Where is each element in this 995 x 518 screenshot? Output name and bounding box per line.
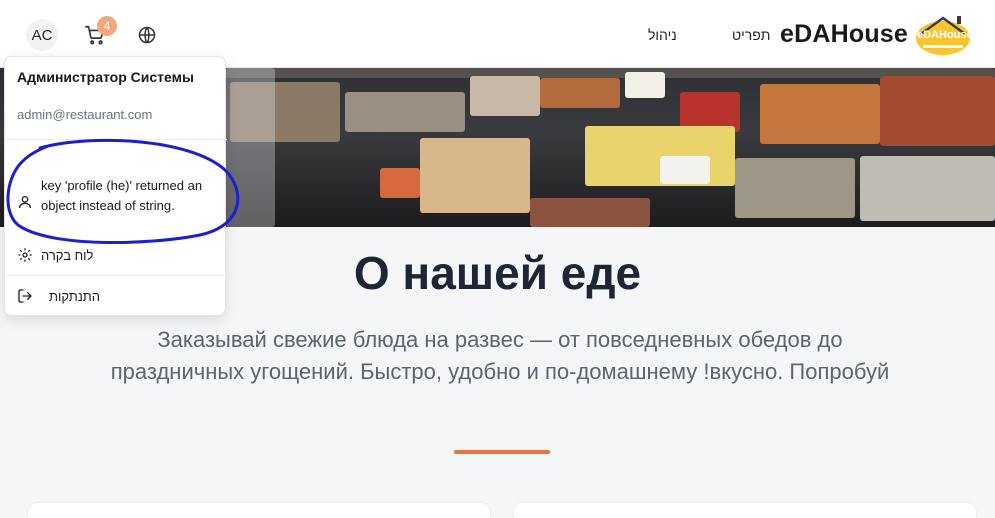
globe-icon[interactable] bbox=[137, 25, 157, 45]
user-dropdown-menu: Администратор Системы admin@restaurant.c… bbox=[4, 56, 227, 316]
logout-icon bbox=[18, 289, 32, 303]
menu-item-dashboard[interactable]: לוח בקרה bbox=[41, 248, 93, 263]
about-description: Заказывай свежие блюда на развес — от по… bbox=[110, 327, 890, 384]
user-avatar-button[interactable]: AC bbox=[26, 19, 58, 51]
menu-separator bbox=[5, 275, 227, 276]
feature-card-right bbox=[514, 503, 976, 518]
menu-item-logout[interactable]: התנתקות bbox=[49, 289, 100, 304]
nav-link-menu[interactable]: תפריט bbox=[732, 27, 770, 43]
menu-separator bbox=[5, 139, 227, 140]
section-divider bbox=[454, 450, 550, 454]
gear-icon bbox=[18, 248, 32, 262]
nav-link-admin[interactable]: ניהול bbox=[648, 27, 677, 43]
feature-card-left bbox=[28, 503, 490, 518]
logo-text: eDAHouse bbox=[917, 29, 973, 41]
user-email: admin@restaurant.com bbox=[17, 107, 153, 122]
user-icon bbox=[19, 196, 31, 209]
user-name: Администратор Системы bbox=[17, 69, 194, 85]
brand-name[interactable]: eDAHouse bbox=[780, 20, 908, 49]
menu-item-profile[interactable]: key 'profile (he)' returned an object in… bbox=[41, 176, 219, 216]
cart-count-badge: 4 bbox=[97, 16, 117, 36]
